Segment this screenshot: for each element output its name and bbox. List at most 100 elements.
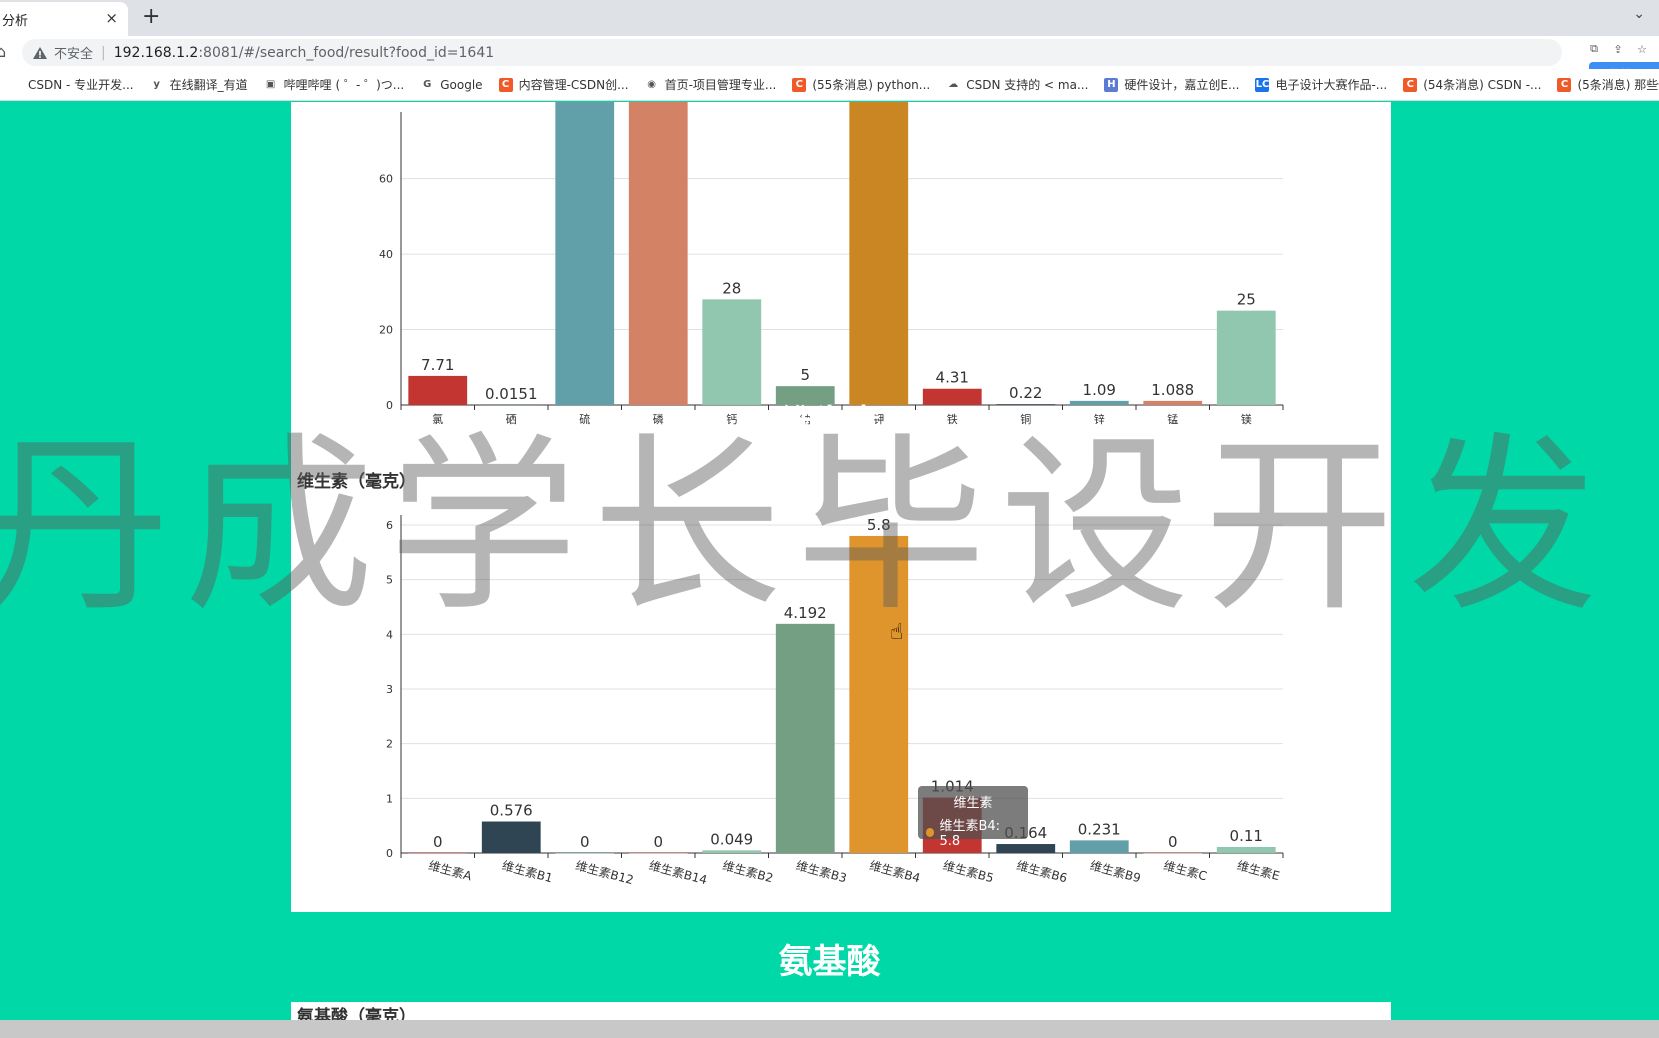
x-tick-label: 维生素B3 (794, 858, 848, 885)
x-tick-label: 维生素B2 (721, 858, 775, 885)
bookmark-label: 在线翻译_有道 (169, 78, 248, 92)
bookmark-label: 电子设计大赛作品-... (1275, 78, 1388, 92)
bar-钾[interactable] (849, 102, 909, 405)
bar-维生素B4[interactable] (849, 535, 909, 853)
section-title-amino: 氨基酸 (778, 942, 881, 982)
bookmark-item[interactable]: C 内容管理-CSDN创... (498, 76, 629, 93)
bookmark-label: 哔哩哔哩 ( ゜- ゜)つ... (283, 78, 405, 92)
bookmarks-bar: CSDN - 专业开发... y 在线翻译_有道 ▣ 哔哩哔哩 ( ゜- ゜)つ... G… (0, 69, 1659, 101)
bar-维生素C[interactable] (1143, 853, 1203, 854)
bar-镁[interactable] (1216, 310, 1276, 405)
bookmark-label: (5条消息) 那些你... (1577, 78, 1659, 92)
new-tab-button[interactable]: + (142, 4, 160, 29)
y-tick-label: 1 (386, 792, 393, 805)
bar-维生素B14[interactable] (628, 853, 688, 854)
bookmark-favicon-icon: C (792, 77, 807, 92)
tooltip-value: 维生素B4: 5.8 (939, 819, 1001, 849)
address-bar: ⌂ 不安全 | 192.168.1.2 :8081/#/search_food/… (0, 36, 1659, 86)
x-tick-label: 维生素B14 (647, 858, 708, 887)
x-tick-label: 维生素B6 (1015, 858, 1069, 885)
bookmark-label: 内容管理-CSDN创... (518, 78, 629, 92)
browser-tab[interactable]: 分析 × (0, 2, 128, 36)
bar-硫[interactable] (555, 102, 615, 405)
y-tick-label: 6 (386, 519, 393, 532)
bookmark-star-icon[interactable]: ☆ (1633, 40, 1651, 58)
bar-维生素B3[interactable] (775, 623, 835, 853)
tab-bar: 分析 × + ⌄ (0, 0, 1659, 36)
bookmark-item[interactable]: H 硬件设计，嘉立创E... (1104, 76, 1239, 93)
bookmark-favicon-icon: ▣ (263, 77, 278, 92)
bookmark-favicon-icon: H (1104, 77, 1119, 92)
series-dot-icon (926, 827, 935, 837)
section-title-vitamin: 维生素 (778, 403, 881, 443)
y-tick-label: 20 (379, 324, 393, 337)
bar-维生素E[interactable] (1216, 846, 1276, 853)
url-input[interactable]: 不安全 | 192.168.1.2 :8081/#/search_food/re… (22, 39, 1562, 66)
bookmark-item[interactable]: G Google (420, 77, 483, 92)
bookmark-label: 首页-项目管理专业... (664, 78, 777, 92)
data-label: 7.71 (421, 356, 454, 374)
bookmark-item[interactable]: C (54条消息) CSDN -... (1403, 76, 1541, 93)
x-tick-label: 维生素E (1235, 858, 1281, 883)
x-tick-label: 维生素B4 (868, 858, 922, 885)
bar-磷[interactable] (628, 102, 688, 405)
bookmark-favicon-icon (8, 77, 22, 92)
bar-维生素A[interactable] (408, 853, 468, 854)
bookmark-item[interactable]: ◉ 首页-项目管理专业... (644, 76, 777, 93)
y-tick-label: 4 (386, 628, 393, 641)
x-tick-label: 维生素B9 (1088, 858, 1142, 885)
data-label: 0 (653, 833, 663, 851)
vitamin-bar-chart[interactable]: 0 1 2 3 4 5 6 0 维生素A 0.576 维生素B1 0 维生素B12 0 维生素B140.04… (291, 463, 1391, 912)
bar-钙[interactable] (702, 299, 762, 405)
hand-cursor-icon: ☝ (890, 620, 904, 645)
x-tick-label: 维生素C (1162, 858, 1209, 883)
y-tick-label: 40 (379, 248, 393, 261)
tooltip-title: 维生素 (953, 796, 993, 811)
bookmark-label: CSDN - 专业开发... (28, 78, 134, 92)
translate-icon[interactable]: ⧉ (1585, 40, 1603, 58)
bookmark-favicon-icon: LC (1255, 77, 1270, 92)
y-tick-label: 2 (386, 738, 393, 751)
data-label: 0 (1168, 833, 1178, 851)
data-label: 28 (722, 279, 741, 297)
data-label: 0.231 (1078, 820, 1121, 838)
horizontal-scrollbar[interactable] (0, 1020, 1659, 1038)
bookmark-item[interactable]: y 在线翻译_有道 (149, 76, 248, 93)
home-icon[interactable]: ⌂ (0, 42, 6, 61)
x-tick-label: 维生素B1 (500, 858, 554, 885)
bookmark-favicon-icon: ☁ (946, 77, 961, 92)
share-icon[interactable]: ⇪ (1609, 40, 1627, 58)
bookmark-favicon-icon: C (1557, 77, 1572, 92)
tooltip-row: 维生素B4: 5.8 (926, 815, 1020, 849)
warning-icon[interactable] (32, 46, 48, 60)
bookmark-item[interactable]: ▣ 哔哩哔哩 ( ゜- ゜)つ... (263, 76, 405, 93)
bookmark-favicon-icon: ◉ (644, 77, 659, 92)
x-tick-label: 维生素B5 (941, 858, 995, 885)
data-label: 0.11 (1230, 827, 1263, 845)
bookmark-item[interactable]: C (55条消息) python... (792, 76, 930, 93)
amino-chart-title: 氨基酸（毫克） (297, 1007, 416, 1020)
data-label: 0.049 (710, 830, 753, 848)
data-label: 0 (580, 833, 590, 851)
bar-维生素B1[interactable] (481, 821, 541, 853)
data-label: 5 (800, 366, 810, 384)
bookmark-item[interactable]: LC 电子设计大赛作品-... (1255, 76, 1387, 93)
bar-维生素B2[interactable] (702, 850, 762, 853)
bookmark-item[interactable]: CSDN - 专业开发... (8, 76, 134, 93)
bookmark-item[interactable]: ☁ CSDN 支持的 < ma... (946, 76, 1088, 93)
bar-维生素B12[interactable] (555, 853, 615, 854)
vitamin-chart-title: 维生素（毫克） (297, 472, 416, 492)
bookmark-label: 硬件设计，嘉立创E... (1124, 78, 1240, 92)
bookmark-favicon-icon: G (420, 77, 435, 92)
x-tick-label: 维生素B12 (574, 858, 635, 887)
bar-维生素B9[interactable] (1069, 840, 1129, 853)
url-separator: | (101, 44, 106, 61)
bookmark-favicon-icon: y (149, 77, 164, 92)
close-tab-icon[interactable]: × (105, 9, 118, 27)
bookmark-label: Google (440, 77, 483, 92)
y-tick-label: 60 (379, 173, 393, 186)
tab-title: 分析 (2, 13, 29, 29)
bookmark-item[interactable]: C (5条消息) 那些你... (1557, 76, 1659, 93)
amino-chart-card: 氨基酸（毫克） (291, 1002, 1391, 1020)
chevron-down-icon[interactable]: ⌄ (1633, 6, 1645, 22)
